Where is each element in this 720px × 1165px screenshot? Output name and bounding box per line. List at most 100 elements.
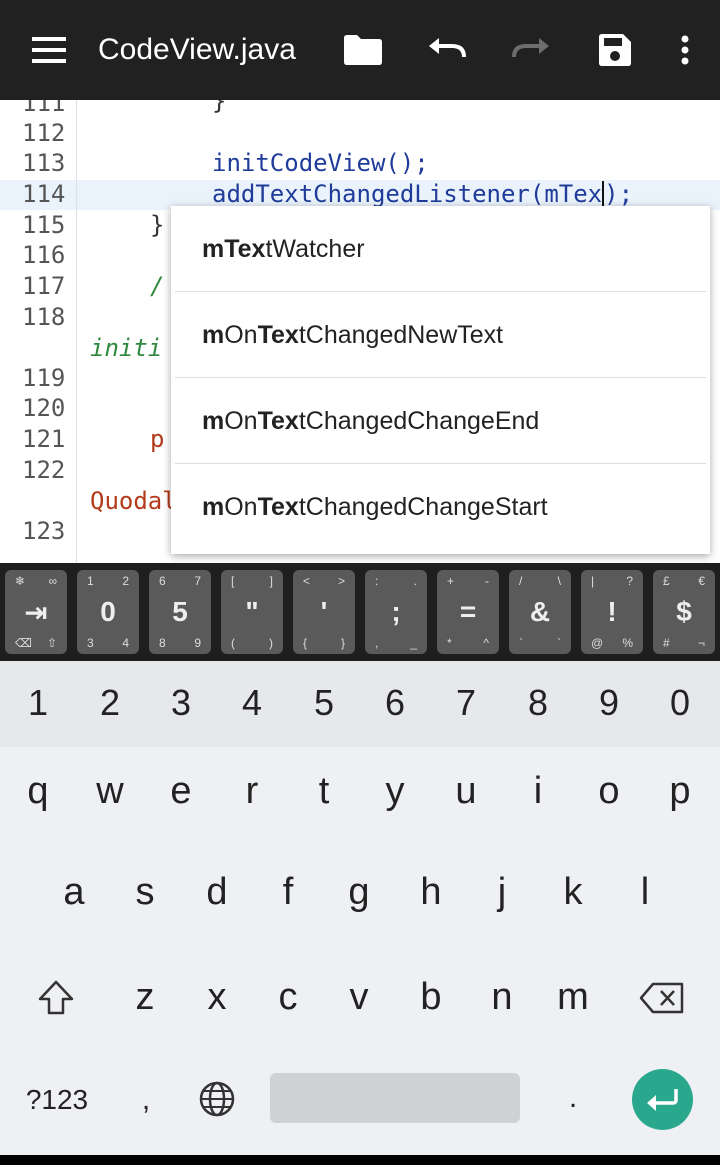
key-9[interactable]: 9 (573, 678, 645, 728)
symbol-key[interactable]: / \ & ` ` (509, 570, 571, 654)
key-0[interactable]: 0 (644, 678, 716, 728)
key-t[interactable]: t (288, 766, 360, 816)
suggestion-text: tChangedChangeStart (298, 492, 548, 521)
key-i[interactable]: i (502, 766, 574, 816)
key-1[interactable]: 1 (2, 678, 74, 728)
key-w[interactable]: w (74, 766, 146, 816)
key-3[interactable]: 3 (145, 678, 217, 728)
suggestion-text: On (224, 406, 258, 435)
symbol-alt: * (447, 636, 452, 650)
symbol-main: ! (607, 596, 617, 627)
suggestion-item[interactable]: m On Tex tChangedNewText (171, 292, 710, 378)
menu-icon[interactable] (25, 26, 73, 74)
symbol-key[interactable]: £ € $ # ¬ (653, 570, 715, 654)
key-6[interactable]: 6 (359, 678, 431, 728)
line-number: 114 (22, 180, 66, 208)
suggestion-text: On (224, 492, 258, 521)
folder-icon[interactable] (339, 26, 387, 74)
key-5[interactable]: 5 (288, 678, 360, 728)
globe-icon (199, 1081, 235, 1117)
key-e[interactable]: e (145, 766, 217, 816)
save-icon[interactable] (591, 26, 639, 74)
key-g[interactable]: g (323, 867, 395, 917)
key-z[interactable]: z (109, 972, 181, 1022)
key-a[interactable]: a (38, 867, 110, 917)
symbol-alt: ] (269, 574, 273, 588)
period-key[interactable]: . (537, 1073, 609, 1123)
symbol-alt: } (340, 636, 345, 650)
key-j[interactable]: j (466, 867, 538, 917)
match-text: Tex (257, 406, 299, 435)
key-b[interactable]: b (395, 972, 467, 1022)
key-x[interactable]: x (181, 972, 253, 1022)
symbol-key-tab[interactable]: ❄ ∞ ⇥ ⌫ ⇧ (5, 570, 67, 654)
symbol-key[interactable]: |? ! @% (581, 570, 643, 654)
comma-key[interactable]: , (110, 1075, 182, 1125)
symbol-alt: + (447, 574, 455, 588)
shift-key[interactable] (20, 973, 92, 1023)
symbol-key[interactable]: < > ' {} (293, 570, 355, 654)
symbol-alt: € (698, 574, 705, 588)
key-2[interactable]: 2 (74, 678, 146, 728)
symbol-alt: _ (410, 636, 417, 650)
key-p[interactable]: p (644, 766, 716, 816)
symbol-alt: £ (663, 574, 670, 588)
space-bar[interactable] (270, 1073, 520, 1123)
key-o[interactable]: o (573, 766, 645, 816)
symbol-alt: ` (519, 636, 523, 650)
key-f[interactable]: f (252, 867, 324, 917)
symbols-key[interactable]: ?123 (12, 1075, 102, 1125)
match-text: m (202, 492, 225, 521)
match-text: m (202, 320, 225, 349)
suggestion-item[interactable]: mTex tWatcher (171, 206, 710, 292)
suggestion-item[interactable]: m On Tex tChangedChangeStart (171, 464, 710, 550)
key-v[interactable]: v (323, 972, 395, 1022)
key-r[interactable]: r (216, 766, 288, 816)
symbol-main: ⇥ (24, 597, 48, 628)
symbol-key[interactable]: 1 2 0 3 4 (77, 570, 139, 654)
key-k[interactable]: k (537, 867, 609, 917)
code-line: } (150, 211, 165, 239)
key-l[interactable]: l (609, 867, 681, 917)
redo-icon[interactable] (507, 26, 555, 74)
symbol-key[interactable]: + - = * ^ (437, 570, 499, 654)
key-s[interactable]: s (109, 867, 181, 917)
undo-icon[interactable] (423, 26, 471, 74)
key-h[interactable]: h (395, 867, 467, 917)
key-u[interactable]: u (430, 766, 502, 816)
symbol-alt: | (591, 574, 595, 588)
language-key[interactable] (181, 1074, 253, 1124)
key-7[interactable]: 7 (430, 678, 502, 728)
key-8[interactable]: 8 (502, 678, 574, 728)
symbol-key[interactable]: :. ; , _ (365, 570, 427, 654)
symbol-alt: { (303, 636, 308, 650)
nav-bar-edge (0, 1155, 720, 1165)
code-line-current: addTextChangedListener(mTex); (212, 179, 633, 209)
symbol-key[interactable]: 6 7 5 8 9 (149, 570, 211, 654)
symbol-alt: 1 (87, 574, 94, 588)
symbol-alt: 7 (194, 574, 201, 588)
gutter-divider (76, 100, 77, 563)
symbol-alt: \ (557, 574, 561, 588)
key-y[interactable]: y (359, 766, 431, 816)
code-line: Quodal (90, 487, 177, 515)
code-line: } (212, 100, 227, 115)
key-c[interactable]: c (252, 972, 324, 1022)
key-m[interactable]: m (537, 972, 609, 1022)
key-n[interactable]: n (466, 972, 538, 1022)
autocomplete-popup: mTex tWatcher m On Tex tChangedNewText m On Te… (171, 206, 710, 554)
symbol-alt: 4 (122, 636, 129, 650)
symbol-alt: ¬ (697, 636, 705, 650)
key-4[interactable]: 4 (216, 678, 288, 728)
symbol-key[interactable]: [] " () (221, 570, 283, 654)
code-line: initCodeView(); (212, 149, 429, 177)
enter-key[interactable] (632, 1069, 693, 1130)
backspace-key[interactable] (626, 973, 698, 1023)
key-q[interactable]: q (2, 766, 74, 816)
line-number: 116 (22, 241, 66, 269)
more-vert-icon[interactable] (661, 26, 709, 74)
line-number: 111 (22, 100, 66, 117)
match-text: m (202, 406, 225, 435)
key-d[interactable]: d (181, 867, 253, 917)
suggestion-item[interactable]: m On Tex tChangedChangeEnd (171, 378, 710, 464)
